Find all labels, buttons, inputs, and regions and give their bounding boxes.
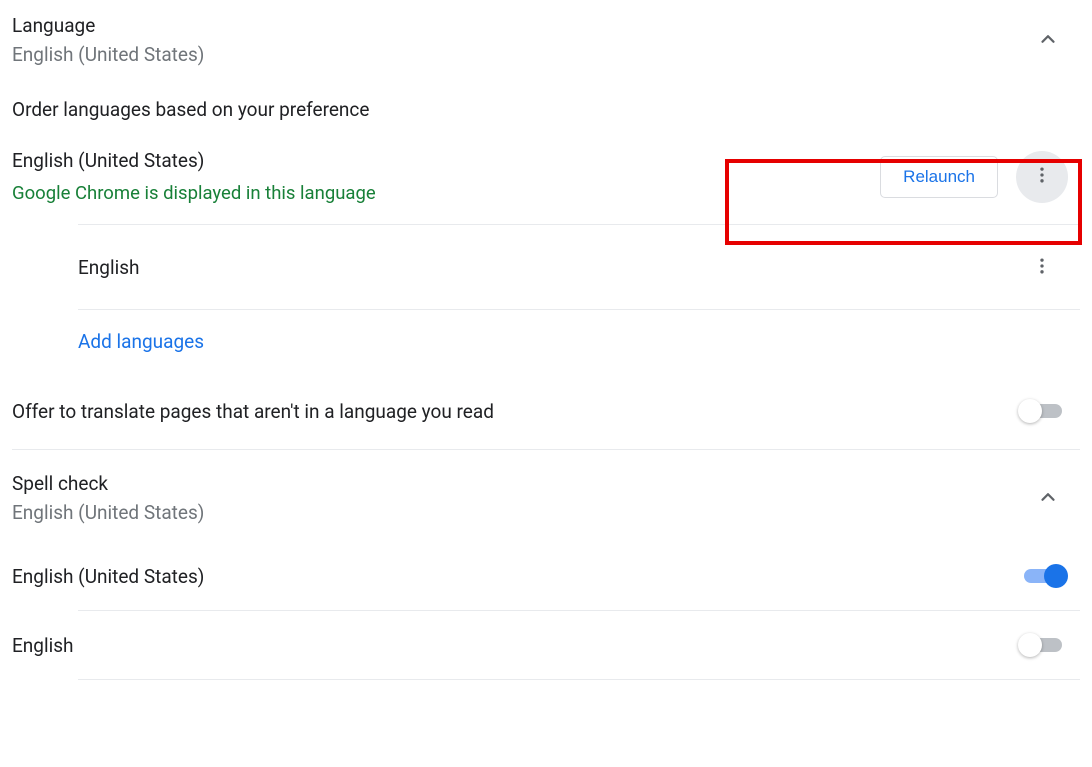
language-item: English (United States) Google Chrome is…: [12, 129, 1080, 224]
language-item-name: English (United States): [12, 149, 376, 172]
chevron-up-icon: [1037, 486, 1059, 511]
toggle-knob: [1044, 564, 1068, 588]
language-item-more-button[interactable]: [1016, 241, 1068, 293]
spellcheck-title: Spell check: [12, 472, 204, 495]
language-section-header[interactable]: Language English (United States): [12, 0, 1080, 84]
chevron-up-icon: [1037, 28, 1059, 53]
language-collapse-button[interactable]: [1028, 20, 1068, 60]
language-subtitle: English (United States): [12, 43, 204, 66]
relaunch-button[interactable]: Relaunch: [880, 156, 998, 198]
more-vertical-icon: [1032, 256, 1052, 279]
divider: [78, 679, 1080, 680]
translate-row: Offer to translate pages that aren't in …: [12, 373, 1080, 450]
toggle-knob: [1018, 399, 1042, 423]
spellcheck-item: English: [12, 611, 1080, 679]
order-languages-heading: Order languages based on your preference: [12, 84, 1080, 129]
language-item-note: Google Chrome is displayed in this langu…: [12, 182, 376, 204]
translate-label: Offer to translate pages that aren't in …: [12, 400, 494, 423]
language-item: English: [12, 225, 1080, 309]
language-title: Language: [12, 14, 204, 37]
spellcheck-item: English (United States): [12, 542, 1080, 610]
spellcheck-subtitle: English (United States): [12, 501, 204, 524]
spellcheck-collapse-button[interactable]: [1028, 478, 1068, 518]
more-vertical-icon: [1032, 165, 1052, 188]
language-item-more-button[interactable]: [1016, 151, 1068, 203]
spellcheck-item-toggle[interactable]: [1018, 633, 1068, 657]
spellcheck-item-name: English (United States): [12, 565, 204, 588]
language-item-name: English: [78, 256, 139, 279]
spellcheck-item-name: English: [12, 634, 73, 657]
spellcheck-section-header[interactable]: Spell check English (United States): [12, 450, 1080, 542]
translate-toggle[interactable]: [1018, 399, 1068, 423]
add-languages-link[interactable]: Add languages: [12, 310, 1080, 373]
spellcheck-item-toggle[interactable]: [1018, 564, 1068, 588]
toggle-knob: [1018, 633, 1042, 657]
